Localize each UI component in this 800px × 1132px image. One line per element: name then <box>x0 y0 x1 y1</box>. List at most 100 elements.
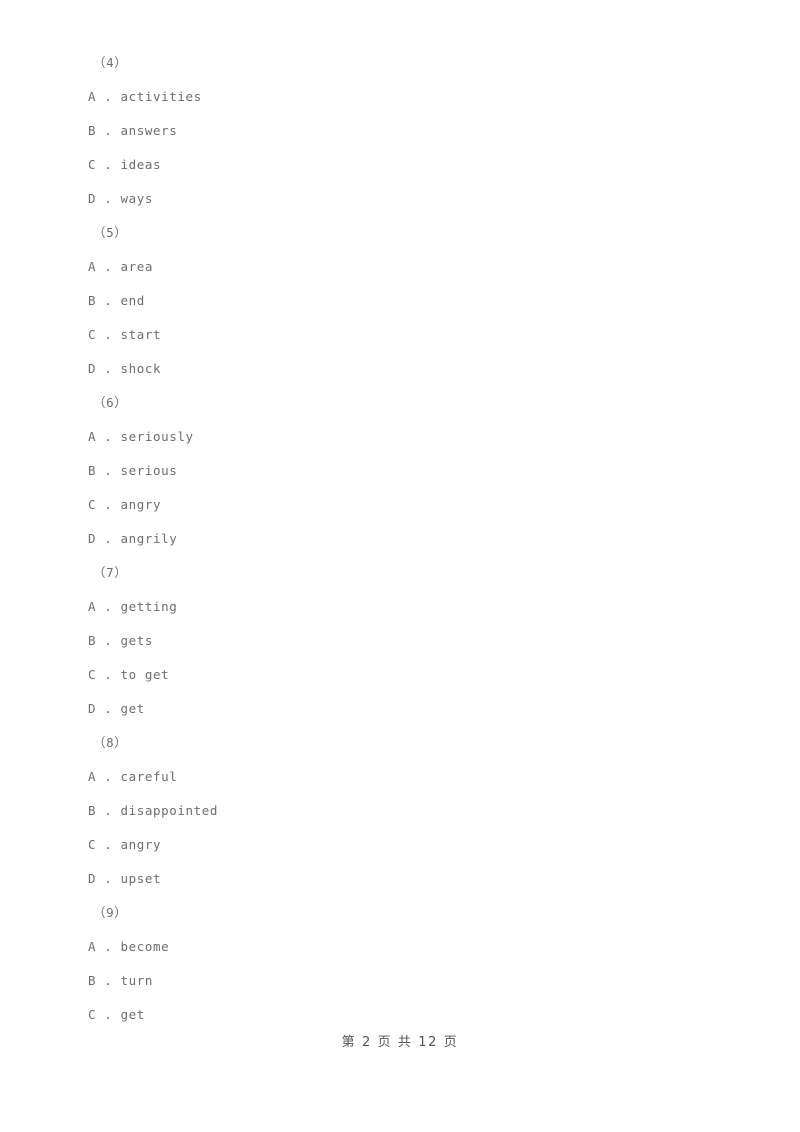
answer-option[interactable]: B . end <box>0 284 800 318</box>
option-separator: . <box>96 1007 121 1022</box>
option-separator: . <box>96 429 121 444</box>
option-separator: . <box>96 157 121 172</box>
option-separator: . <box>96 259 121 274</box>
option-text: answers <box>120 123 178 138</box>
option-text: get <box>120 701 145 716</box>
answer-option[interactable]: A . become <box>0 930 800 964</box>
option-letter: B <box>88 633 97 648</box>
option-separator: . <box>96 837 121 852</box>
option-text: to get <box>120 667 170 682</box>
answer-option[interactable]: A . area <box>0 250 800 284</box>
option-letter: D <box>88 701 97 716</box>
option-separator: . <box>96 633 121 648</box>
option-separator: . <box>96 769 121 784</box>
option-separator: . <box>96 361 121 376</box>
option-separator: . <box>96 89 121 104</box>
question-number: （6） <box>93 395 128 410</box>
option-text: get <box>120 1007 145 1022</box>
option-letter: A <box>88 939 97 954</box>
answer-option[interactable]: A . activities <box>0 80 800 114</box>
answer-option[interactable]: B . turn <box>0 964 800 998</box>
option-separator: . <box>96 599 121 614</box>
option-letter: C <box>88 667 97 682</box>
option-letter: C <box>88 837 97 852</box>
question-number: （4） <box>93 55 128 70</box>
option-text: serious <box>120 463 178 478</box>
option-separator: . <box>96 973 121 988</box>
option-text: angrily <box>120 531 178 546</box>
option-letter: A <box>88 429 97 444</box>
option-text: start <box>120 327 162 342</box>
option-letter: D <box>88 871 97 886</box>
option-text: area <box>120 259 154 274</box>
question-list: （4） A . activities B . answers C . ideas D .… <box>0 46 800 1032</box>
answer-option[interactable]: B . serious <box>0 454 800 488</box>
option-separator: . <box>96 327 121 342</box>
answer-option[interactable]: A . seriously <box>0 420 800 454</box>
option-letter: B <box>88 463 97 478</box>
answer-option[interactable]: A . careful <box>0 760 800 794</box>
answer-option[interactable]: A . getting <box>0 590 800 624</box>
option-text: turn <box>120 973 154 988</box>
answer-option[interactable]: C . start <box>0 318 800 352</box>
document-page: （4） A . activities B . answers C . ideas D .… <box>0 0 800 1132</box>
answer-option[interactable]: B . disappointed <box>0 794 800 828</box>
option-separator: . <box>96 497 121 512</box>
option-separator: . <box>96 463 121 478</box>
answer-option[interactable]: D . shock <box>0 352 800 386</box>
option-text: end <box>120 293 145 308</box>
page-footer: 第 2 页 共 12 页 <box>0 1031 800 1050</box>
option-text: angry <box>120 497 162 512</box>
option-text: angry <box>120 837 162 852</box>
option-letter: C <box>88 1007 97 1022</box>
option-text: disappointed <box>120 803 219 818</box>
option-letter: C <box>88 157 97 172</box>
answer-option[interactable]: C . get <box>0 998 800 1032</box>
answer-option[interactable]: C . ideas <box>0 148 800 182</box>
option-text: become <box>120 939 170 954</box>
answer-option[interactable]: D . ways <box>0 182 800 216</box>
option-letter: D <box>88 531 97 546</box>
answer-option[interactable]: C . angry <box>0 488 800 522</box>
option-separator: . <box>96 803 121 818</box>
answer-option[interactable]: D . get <box>0 692 800 726</box>
option-letter: A <box>88 259 97 274</box>
answer-option[interactable]: B . answers <box>0 114 800 148</box>
answer-option[interactable]: C . to get <box>0 658 800 692</box>
answer-option[interactable]: C . angry <box>0 828 800 862</box>
option-letter: B <box>88 973 97 988</box>
answer-option[interactable]: D . upset <box>0 862 800 896</box>
option-text: seriously <box>120 429 194 444</box>
option-separator: . <box>96 667 121 682</box>
question-number: （7） <box>93 565 128 580</box>
option-text: gets <box>120 633 154 648</box>
option-letter: A <box>88 599 97 614</box>
option-text: getting <box>120 599 178 614</box>
option-letter: A <box>88 89 97 104</box>
option-separator: . <box>96 939 121 954</box>
option-letter: C <box>88 497 97 512</box>
option-letter: B <box>88 803 97 818</box>
option-letter: B <box>88 293 97 308</box>
option-separator: . <box>96 871 121 886</box>
option-letter: C <box>88 327 97 342</box>
option-text: activities <box>120 89 202 104</box>
question-number: （9） <box>93 905 128 920</box>
option-separator: . <box>96 123 121 138</box>
question-number: （8） <box>93 735 128 750</box>
answer-option[interactable]: B . gets <box>0 624 800 658</box>
option-text: upset <box>120 871 162 886</box>
option-letter: B <box>88 123 97 138</box>
option-letter: A <box>88 769 97 784</box>
option-text: careful <box>120 769 178 784</box>
option-separator: . <box>96 701 121 716</box>
option-text: ways <box>120 191 154 206</box>
question-number: （5） <box>93 225 128 240</box>
option-letter: D <box>88 191 97 206</box>
answer-option[interactable]: D . angrily <box>0 522 800 556</box>
option-separator: . <box>96 293 121 308</box>
option-separator: . <box>96 191 121 206</box>
option-separator: . <box>96 531 121 546</box>
option-text: shock <box>120 361 162 376</box>
option-text: ideas <box>120 157 162 172</box>
